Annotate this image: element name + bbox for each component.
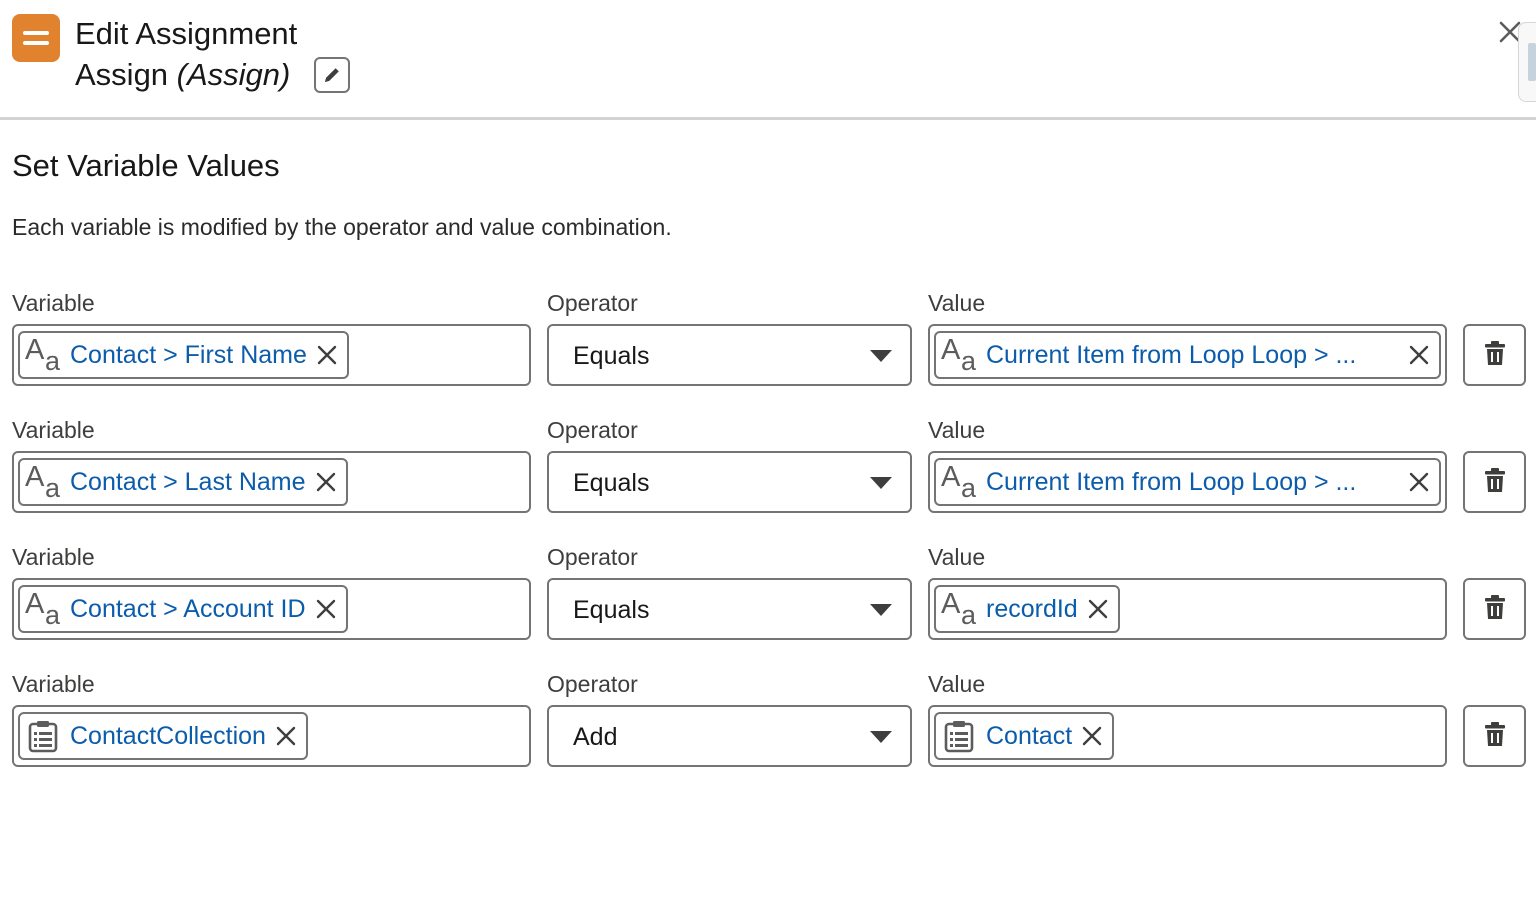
variable-field[interactable]: Aa Contact > Last Name — [12, 451, 531, 513]
value-field[interactable]: Aa Current Item from Loop Loop > ... — [928, 324, 1447, 386]
element-name: Assign (Assign) — [75, 55, 290, 95]
value-pill-text: recordId — [986, 595, 1078, 623]
value-pill[interactable]: Aa Current Item from Loop Loop > ... — [934, 458, 1441, 506]
variable-label: Variable — [12, 671, 95, 697]
chevron-down-icon — [870, 350, 892, 362]
value-label: Value — [928, 544, 986, 570]
operator-select[interactable]: Add — [547, 705, 912, 767]
text-type-icon: Aa — [25, 588, 61, 630]
text-type-icon: Aa — [25, 461, 61, 503]
delete-row-button[interactable] — [1463, 324, 1526, 386]
side-panel-tab[interactable] — [1518, 22, 1536, 102]
value-field[interactable]: Aa recordId — [928, 578, 1447, 640]
variable-pill-text: ContactCollection — [70, 722, 266, 750]
pencil-icon — [325, 68, 339, 82]
variable-pill[interactable]: Aa Contact > Last Name — [18, 458, 348, 506]
remove-icon[interactable] — [1409, 472, 1429, 492]
value-pill-text: Current Item from Loop Loop > ... — [986, 341, 1357, 369]
variable-pill[interactable]: ContactCollection — [18, 712, 308, 760]
element-label: Assign — [75, 57, 169, 92]
text-type-icon: Aa — [941, 461, 977, 503]
variable-field[interactable]: Aa Contact > First Name — [12, 324, 531, 386]
edit-name-button[interactable] — [314, 57, 350, 93]
section-title: Set Variable Values — [12, 148, 280, 183]
variable-label: Variable — [12, 417, 95, 443]
operator-value: Equals — [573, 469, 650, 497]
operator-select[interactable]: Equals — [547, 451, 912, 513]
variable-field[interactable]: ContactCollection — [12, 705, 531, 767]
value-label: Value — [928, 671, 986, 697]
value-pill-text: Contact — [986, 722, 1073, 750]
value-field[interactable]: Contact — [928, 705, 1447, 767]
operator-select[interactable]: Equals — [547, 324, 912, 386]
value-pill[interactable]: Contact — [934, 712, 1115, 760]
value-pill-text: Current Item from Loop Loop > ... — [986, 468, 1357, 496]
trash-icon — [1484, 340, 1506, 371]
value-field[interactable]: Aa Current Item from Loop Loop > ... — [928, 451, 1447, 513]
trash-icon — [1484, 467, 1506, 498]
trash-icon — [1484, 721, 1506, 752]
value-label: Value — [928, 290, 986, 316]
operator-label: Operator — [547, 544, 638, 570]
text-type-icon: Aa — [941, 334, 977, 376]
modal-title: Edit Assignment — [75, 16, 298, 51]
variable-pill[interactable]: Aa Contact > First Name — [18, 331, 349, 379]
variable-label: Variable — [12, 544, 95, 570]
remove-icon[interactable] — [1409, 345, 1429, 365]
modal-header: Edit Assignment Assign (Assign) — [0, 0, 1536, 120]
chevron-down-icon — [870, 731, 892, 743]
section-description: Each variable is modified by the operato… — [12, 214, 672, 240]
remove-icon[interactable] — [317, 345, 337, 365]
remove-icon[interactable] — [1082, 726, 1102, 746]
operator-label: Operator — [547, 290, 638, 316]
value-pill[interactable]: Aa recordId — [934, 585, 1120, 633]
variable-pill-text: Contact > First Name — [70, 341, 307, 369]
chevron-down-icon — [870, 477, 892, 489]
remove-icon[interactable] — [316, 599, 336, 619]
operator-value: Equals — [573, 596, 650, 624]
delete-row-button[interactable] — [1463, 451, 1526, 513]
operator-select[interactable]: Equals — [547, 578, 912, 640]
collection-icon — [940, 716, 978, 756]
remove-icon[interactable] — [316, 472, 336, 492]
value-pill[interactable]: Aa Current Item from Loop Loop > ... — [934, 331, 1441, 379]
remove-icon[interactable] — [1088, 599, 1108, 619]
value-label: Value — [928, 417, 986, 443]
operator-value: Equals — [573, 342, 650, 370]
trash-icon — [1484, 594, 1506, 625]
variable-pill-text: Contact > Last Name — [70, 468, 306, 496]
delete-row-button[interactable] — [1463, 578, 1526, 640]
text-type-icon: Aa — [25, 334, 61, 376]
variable-pill-text: Contact > Account ID — [70, 595, 306, 623]
assignment-icon — [12, 14, 60, 62]
delete-row-button[interactable] — [1463, 705, 1526, 767]
variable-field[interactable]: Aa Contact > Account ID — [12, 578, 531, 640]
chevron-down-icon — [870, 604, 892, 616]
remove-icon[interactable] — [276, 726, 296, 746]
variable-pill[interactable]: Aa Contact > Account ID — [18, 585, 348, 633]
operator-label: Operator — [547, 417, 638, 443]
collection-icon — [24, 716, 62, 756]
variable-label: Variable — [12, 290, 95, 316]
operator-label: Operator — [547, 671, 638, 697]
operator-value: Add — [573, 723, 618, 751]
element-api-name: (Assign) — [176, 57, 291, 92]
text-type-icon: Aa — [941, 588, 977, 630]
